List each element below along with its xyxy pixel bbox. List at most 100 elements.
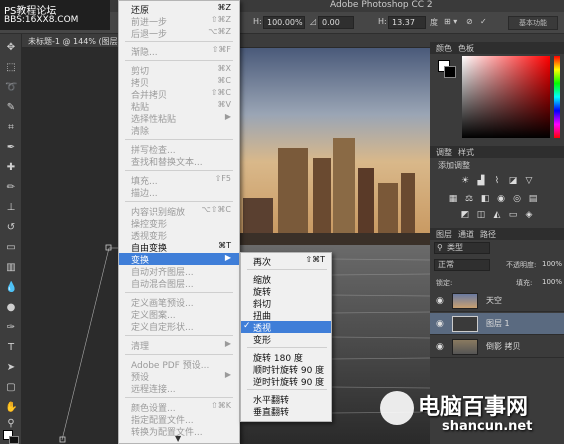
layer-row-sky[interactable]: ◉ 天空 <box>430 290 564 312</box>
document-tab[interactable]: 未标题-1 @ 144% (图层 <box>28 36 118 47</box>
brush-tool-icon[interactable]: ✏ <box>5 182 17 194</box>
background-swatch[interactable] <box>444 66 456 78</box>
layer-row-layer1[interactable]: ◉ 图层 1 <box>430 313 564 335</box>
color-balance-icon[interactable]: ⚖ <box>464 194 474 204</box>
submenu-item-scale[interactable]: 缩放 <box>241 273 331 286</box>
h-percent-field[interactable]: 100.00% <box>263 16 305 29</box>
menu-item-assign-profile[interactable]: 指定配置文件... <box>119 413 239 426</box>
visibility-eye-icon[interactable]: ◉ <box>436 342 444 352</box>
black-white-icon[interactable]: ◧ <box>480 194 490 204</box>
submenu-item-distort[interactable]: 扭曲 <box>241 309 331 322</box>
exposure-icon[interactable]: ◪ <box>508 176 518 186</box>
menu-item-paste-special[interactable]: 选择性粘贴 ▶ <box>119 112 239 125</box>
fill-value[interactable]: 100% <box>542 278 562 286</box>
hue-slider[interactable] <box>554 56 560 138</box>
pen-tool-icon[interactable]: ✑ <box>5 322 17 334</box>
tab-color[interactable]: 颜色 <box>436 43 452 54</box>
menu-item-clear[interactable]: 清除 <box>119 124 239 137</box>
layer-filter-kind[interactable]: ⚲ 类型 <box>434 242 490 254</box>
menu-item-fill[interactable]: 填充... ⇧F5 <box>119 174 239 187</box>
menu-item-purge[interactable]: 清理 ▶ <box>119 339 239 352</box>
tab-channels[interactable]: 通道 <box>458 229 474 240</box>
visibility-eye-icon[interactable]: ◉ <box>436 296 444 306</box>
eyedropper-tool-icon[interactable]: ✒ <box>5 142 17 154</box>
background-color-swatch[interactable] <box>9 436 19 444</box>
eraser-tool-icon[interactable]: ▭ <box>5 242 17 254</box>
menu-item-free-transform[interactable]: 自由变换 ⌘T <box>119 241 239 254</box>
menu-item-paste[interactable]: 粘贴 ⌘V <box>119 100 239 113</box>
menu-item-auto-blend-layers[interactable]: 自动混合图层... <box>119 277 239 290</box>
blend-mode-select[interactable]: 正常 <box>434 259 490 271</box>
commit-transform-icon[interactable]: ✓ <box>480 17 487 26</box>
threshold-icon[interactable]: ◭ <box>492 210 502 220</box>
submenu-item-rotate-180[interactable]: 旋转 180 度 <box>241 351 331 364</box>
menu-item-undo[interactable]: 还原 ⌘Z <box>119 3 239 16</box>
blur-tool-icon[interactable]: 💧 <box>5 282 17 294</box>
tab-swatches[interactable]: 色板 <box>458 43 474 54</box>
submenu-item-flip-horizontal[interactable]: 水平翻转 <box>241 393 331 406</box>
history-brush-icon[interactable]: ↺ <box>5 222 17 234</box>
menu-item-color-settings[interactable]: 颜色设置... ⇧⌘K <box>119 401 239 414</box>
quick-select-tool-icon[interactable]: ✎ <box>5 102 17 114</box>
color-lookup-icon[interactable]: ▤ <box>528 194 538 204</box>
menu-item-remote-connections[interactable]: 远程连接... <box>119 382 239 395</box>
submenu-item-rotate-90-cw[interactable]: 顺时针旋转 90 度 <box>241 363 331 376</box>
menu-item-find-replace[interactable]: 查找和替换文本... <box>119 155 239 168</box>
selective-color-icon[interactable]: ◈ <box>524 210 534 220</box>
gradient-tool-icon[interactable]: ▥ <box>5 262 17 274</box>
menu-item-puppet-warp[interactable]: 操控变形 <box>119 217 239 230</box>
menu-item-pdf-presets[interactable]: Adobe PDF 预设... <box>119 358 239 371</box>
levels-icon[interactable]: ▟ <box>476 176 486 186</box>
healing-tool-icon[interactable]: ✚ <box>5 162 17 174</box>
menu-item-define-custom-shape[interactable]: 定义自定形状... <box>119 320 239 333</box>
menu-item-stroke[interactable]: 描边... <box>119 186 239 199</box>
submenu-item-perspective[interactable]: ✓ 透视 <box>241 321 331 334</box>
move-tool-icon[interactable]: ✥ <box>5 42 17 54</box>
hand-tool-icon[interactable]: ✋ <box>5 402 17 414</box>
hue-saturation-icon[interactable]: ▦ <box>448 194 458 204</box>
vibrance-icon[interactable]: ▽ <box>524 176 534 186</box>
tab-layers[interactable]: 图层 <box>436 229 452 240</box>
dodge-tool-icon[interactable]: ● <box>5 302 17 314</box>
tab-adjustments[interactable]: 调整 <box>436 147 452 158</box>
submenu-item-warp[interactable]: 变形 <box>241 333 331 346</box>
menu-item-step-forward[interactable]: 前进一步 ⇧⌘Z <box>119 15 239 28</box>
h2-field[interactable]: 13.37 <box>388 16 426 29</box>
menu-item-auto-align-layers[interactable]: 自动对齐图层... <box>119 265 239 278</box>
submenu-item-rotate[interactable]: 旋转 <box>241 285 331 298</box>
menu-item-perspective-warp[interactable]: 透视变形 <box>119 229 239 242</box>
layer-row-reflection-copy[interactable]: ◉ 倒影 拷贝 <box>430 336 564 358</box>
tab-paths[interactable]: 路径 <box>480 229 496 240</box>
menu-item-fade[interactable]: 渐隐... ⇧⌘F <box>119 45 239 58</box>
stamp-tool-icon[interactable]: ⊥ <box>5 202 17 214</box>
menu-item-spell-check[interactable]: 拼写检查... <box>119 143 239 156</box>
channel-mixer-icon[interactable]: ◎ <box>512 194 522 204</box>
zoom-tool-icon[interactable]: ⚲ <box>5 418 17 430</box>
submenu-item-skew[interactable]: 斜切 <box>241 297 331 310</box>
posterize-icon[interactable]: ◫ <box>476 210 486 220</box>
menu-item-transform[interactable]: 变换 ▶ <box>119 253 239 266</box>
menu-item-step-backward[interactable]: 后退一步 ⌥⌘Z <box>119 27 239 40</box>
menu-item-copy[interactable]: 拷贝 ⌘C <box>119 76 239 89</box>
gradient-map-icon[interactable]: ▭ <box>508 210 518 220</box>
menu-scroll-down-icon[interactable]: ▼ <box>175 434 181 443</box>
submenu-item-rotate-90-ccw[interactable]: 逆时针旋转 90 度 <box>241 375 331 388</box>
shape-tool-icon[interactable]: ▢ <box>5 382 17 394</box>
angle-field[interactable]: 0.00 <box>318 16 354 29</box>
photo-filter-icon[interactable]: ◉ <box>496 194 506 204</box>
opacity-value[interactable]: 100% <box>542 260 562 268</box>
menu-item-copy-merged[interactable]: 合并拷贝 ⇧⌘C <box>119 88 239 101</box>
color-picker-field[interactable] <box>462 56 550 138</box>
curves-icon[interactable]: ⌇ <box>492 176 502 186</box>
invert-icon[interactable]: ◩ <box>460 210 470 220</box>
menu-item-define-brush[interactable]: 定义画笔预设... <box>119 296 239 309</box>
lasso-tool-icon[interactable]: ➰ <box>5 82 17 94</box>
crop-tool-icon[interactable]: ⌗ <box>5 122 17 134</box>
submenu-item-flip-vertical[interactable]: 垂直翻转 <box>241 405 331 418</box>
type-tool-icon[interactable]: T <box>5 342 17 354</box>
brightness-icon[interactable]: ☀ <box>460 176 470 186</box>
marquee-tool-icon[interactable]: ⬚ <box>5 62 17 74</box>
menu-item-cut[interactable]: 剪切 ⌘X <box>119 64 239 77</box>
visibility-eye-icon[interactable]: ◉ <box>436 319 444 329</box>
menu-item-presets[interactable]: 预设 ▶ <box>119 370 239 383</box>
